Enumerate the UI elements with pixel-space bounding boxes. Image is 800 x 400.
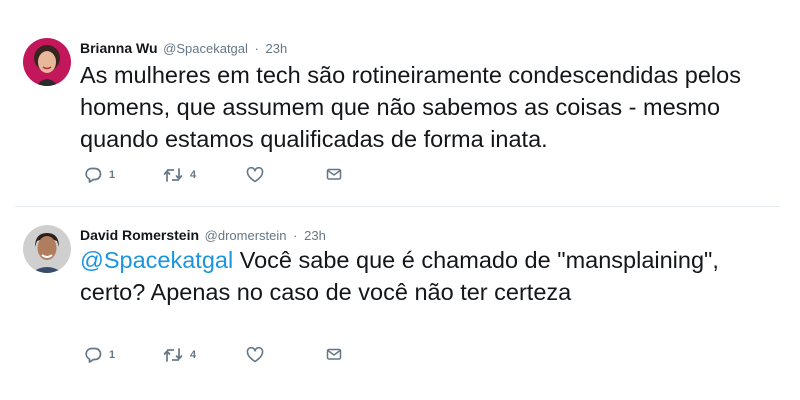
mention-link[interactable]: @Spacekatgal: [80, 247, 233, 273]
tweet[interactable]: David Romerstein @dromerstein · 23h @Spa…: [0, 207, 800, 400]
reply-icon: [85, 167, 102, 183]
envelope-icon: [326, 348, 342, 360]
author-handle[interactable]: @Spacekatgal: [163, 41, 248, 56]
retweet-count: 4: [190, 169, 197, 181]
heart-icon: [246, 167, 264, 183]
reply-button[interactable]: 1: [84, 167, 115, 183]
timestamp[interactable]: 23h: [304, 228, 326, 243]
tweet[interactable]: Brianna Wu @Spacekatgal · 23h As mulhere…: [0, 0, 800, 206]
direct-message-button[interactable]: [326, 167, 342, 181]
author-name[interactable]: Brianna Wu: [80, 40, 158, 56]
envelope-icon: [326, 168, 342, 180]
retweet-icon: [163, 168, 183, 182]
like-button[interactable]: [246, 347, 264, 363]
reply-icon: [85, 347, 102, 363]
retweet-button[interactable]: 4: [163, 347, 196, 363]
avatar[interactable]: [23, 225, 71, 273]
author-handle[interactable]: @dromerstein: [205, 228, 287, 243]
retweet-icon: [163, 348, 183, 362]
like-button[interactable]: [246, 167, 264, 183]
retweet-button[interactable]: 4: [163, 167, 196, 183]
tweet-header: David Romerstein @dromerstein · 23h: [80, 227, 326, 243]
tweet-body: As mulheres em tech são rotineiramente c…: [80, 62, 741, 152]
avatar[interactable]: [23, 38, 71, 86]
author-name[interactable]: David Romerstein: [80, 227, 199, 243]
direct-message-button[interactable]: [326, 347, 342, 361]
tweet-text: @Spacekatgal Você sabe que é chamado de …: [80, 244, 780, 308]
retweet-count: 4: [190, 349, 197, 361]
separator: ·: [293, 228, 298, 243]
reply-button[interactable]: 1: [84, 347, 115, 363]
heart-icon: [246, 347, 264, 363]
separator: ·: [254, 41, 259, 56]
timestamp[interactable]: 23h: [266, 41, 288, 56]
tweet-header: Brianna Wu @Spacekatgal · 23h: [80, 40, 287, 56]
reply-count: 1: [109, 349, 116, 361]
reply-count: 1: [109, 169, 116, 181]
tweet-text: As mulheres em tech são rotineiramente c…: [80, 59, 780, 155]
